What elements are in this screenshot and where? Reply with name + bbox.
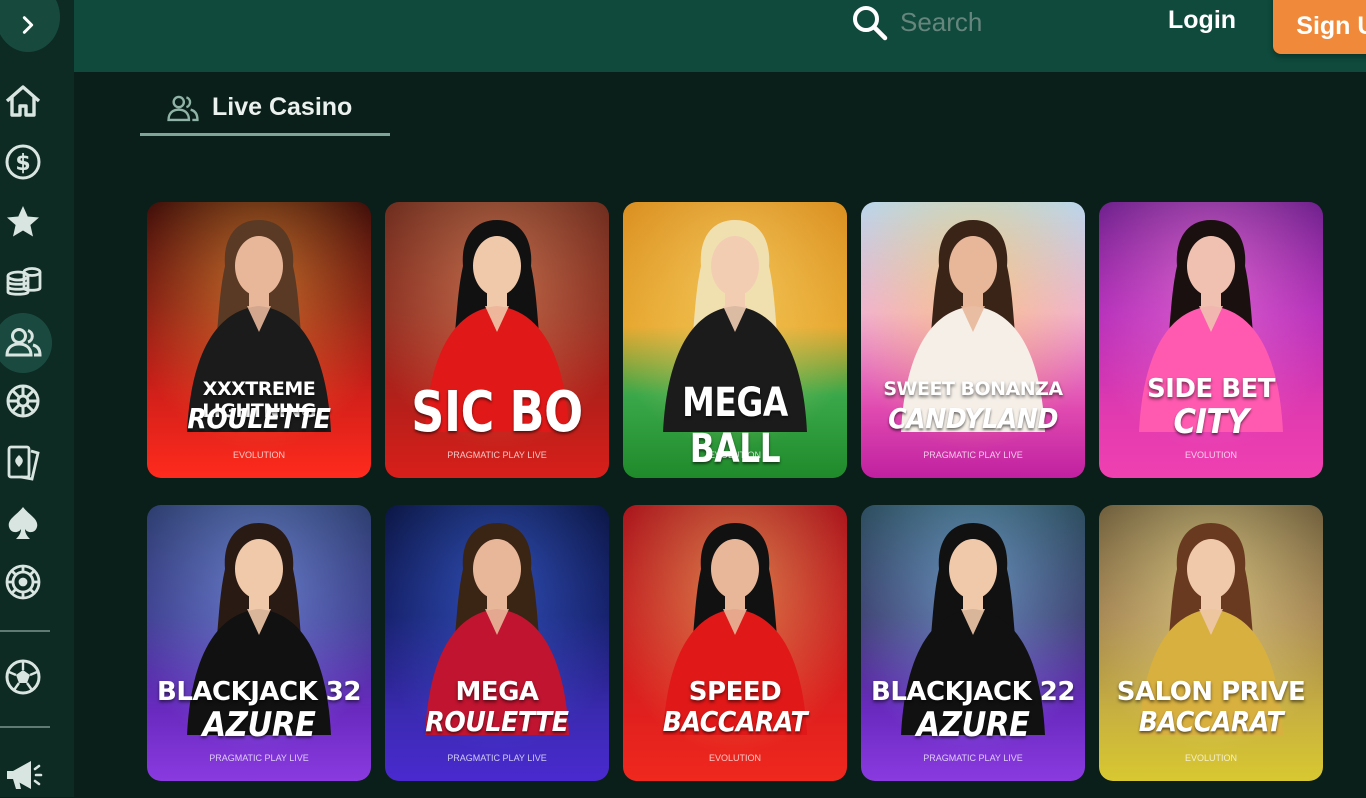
wheel-icon [6, 384, 40, 418]
search-input[interactable] [900, 6, 1040, 38]
sidebar-item-cashier[interactable]: $ [0, 139, 46, 185]
game-title-line1: MEGA [455, 677, 539, 707]
game-title-line1: BLACKJACK 32 [157, 677, 362, 707]
sidebar-item-roulette[interactable] [0, 559, 46, 605]
sidebar-item-favorites[interactable] [0, 199, 46, 245]
game-provider: EVOLUTION [1184, 450, 1237, 460]
game-provider: EVOLUTION [708, 450, 761, 460]
game-card[interactable]: SPEED BACCARAT EVOLUTION [623, 505, 847, 781]
game-title-line2: CITY [1173, 402, 1249, 442]
sidebar-divider [0, 726, 50, 728]
dealer-image [623, 505, 847, 781]
section-title: Live Casino [212, 93, 353, 121]
star-icon [7, 206, 39, 237]
game-provider: PRAGMATIC PLAY LIVE [923, 753, 1023, 763]
search-icon[interactable] [850, 2, 890, 42]
sidebar-item-jackpots[interactable] [0, 259, 46, 305]
coins-icon [6, 267, 42, 296]
sidebar-expand-button[interactable] [0, 0, 60, 52]
game-card[interactable]: SALON PRIVE BACCARAT EVOLUTION [1099, 505, 1323, 781]
signup-button[interactable]: Sign Up [1273, 0, 1366, 54]
dealer-image [1099, 505, 1323, 781]
game-card[interactable]: BLACKJACK 22 AZURE PRAGMATIC PLAY LIVE [861, 505, 1085, 781]
live-casino-icon [5, 328, 42, 357]
dealer-image [385, 505, 609, 781]
dealer-image [861, 202, 1085, 478]
game-title-line1: SPEED [688, 677, 782, 707]
game-card[interactable]: BLACKJACK 32 AZURE PRAGMATIC PLAY LIVE [147, 505, 371, 781]
game-title-line1: BLACKJACK 22 [871, 677, 1076, 707]
game-card[interactable]: MEGA BALL EVOLUTION [623, 202, 847, 478]
game-title-line2: BACCARAT [662, 705, 808, 738]
game-title-line2: ROULETTE [425, 705, 569, 738]
sidebar-item-game-shows[interactable] [0, 379, 46, 425]
game-title-line2: AZURE [916, 705, 1030, 745]
game-title-line2: ROULETTE [187, 402, 331, 435]
dealer-image [147, 202, 371, 478]
search-box[interactable] [850, 0, 1050, 44]
game-title-line1: SIDE BET [1146, 374, 1276, 404]
game-title-line1: SWEET BONANZA [883, 378, 1063, 400]
game-card[interactable]: MEGA ROULETTE PRAGMATIC PLAY LIVE [385, 505, 609, 781]
game-provider: EVOLUTION [1184, 753, 1237, 763]
live-casino-icon [167, 95, 199, 121]
megaphone-icon [7, 761, 43, 789]
section-tab-live-casino[interactable]: Live Casino [140, 82, 390, 136]
game-title-line1: SIC BO [411, 380, 583, 445]
game-card[interactable]: SIC BO PRAGMATIC PLAY LIVE [385, 202, 609, 478]
top-bar: Login Sign Up [74, 0, 1366, 72]
cards-icon [7, 445, 40, 481]
sidebar: $ [0, 0, 74, 797]
game-card[interactable]: SIDE BET CITY EVOLUTION [1099, 202, 1323, 478]
sidebar-item-card-games[interactable] [0, 440, 46, 486]
spade-icon [8, 507, 38, 539]
home-icon [5, 85, 41, 117]
sidebar-item-sports[interactable] [0, 654, 46, 700]
game-provider: PRAGMATIC PLAY LIVE [447, 753, 547, 763]
game-title-line1: SALON PRIVE [1116, 677, 1306, 707]
game-title-line2: BACCARAT [1138, 705, 1284, 738]
game-provider: PRAGMATIC PLAY LIVE [209, 753, 309, 763]
game-card[interactable]: SWEET BONANZA CANDYLAND PRAGMATIC PLAY LIV… [861, 202, 1085, 478]
dollar-icon: $ [5, 144, 41, 180]
sidebar-item-live-casino[interactable] [0, 313, 52, 373]
game-card[interactable]: XXXTREME LIGHTNING ROULETTE EVOLUTION [147, 202, 371, 478]
roulette-icon [5, 564, 41, 600]
sidebar-item-poker[interactable] [0, 500, 46, 546]
game-provider: PRAGMATIC PLAY LIVE [923, 450, 1023, 460]
sidebar-item-home[interactable] [0, 78, 46, 124]
game-provider: EVOLUTION [708, 753, 761, 763]
svg-text:$: $ [15, 151, 30, 176]
game-title-line2: CANDYLAND [888, 402, 1058, 435]
sidebar-item-promotions[interactable] [0, 752, 46, 798]
sidebar-divider [0, 630, 50, 632]
soccer-ball-icon [5, 659, 41, 695]
game-provider: PRAGMATIC PLAY LIVE [447, 450, 547, 460]
chevron-right-icon [22, 16, 34, 34]
game-title-line2: AZURE [202, 705, 316, 745]
login-button[interactable]: Login [1168, 4, 1236, 36]
game-provider: EVOLUTION [232, 450, 285, 460]
